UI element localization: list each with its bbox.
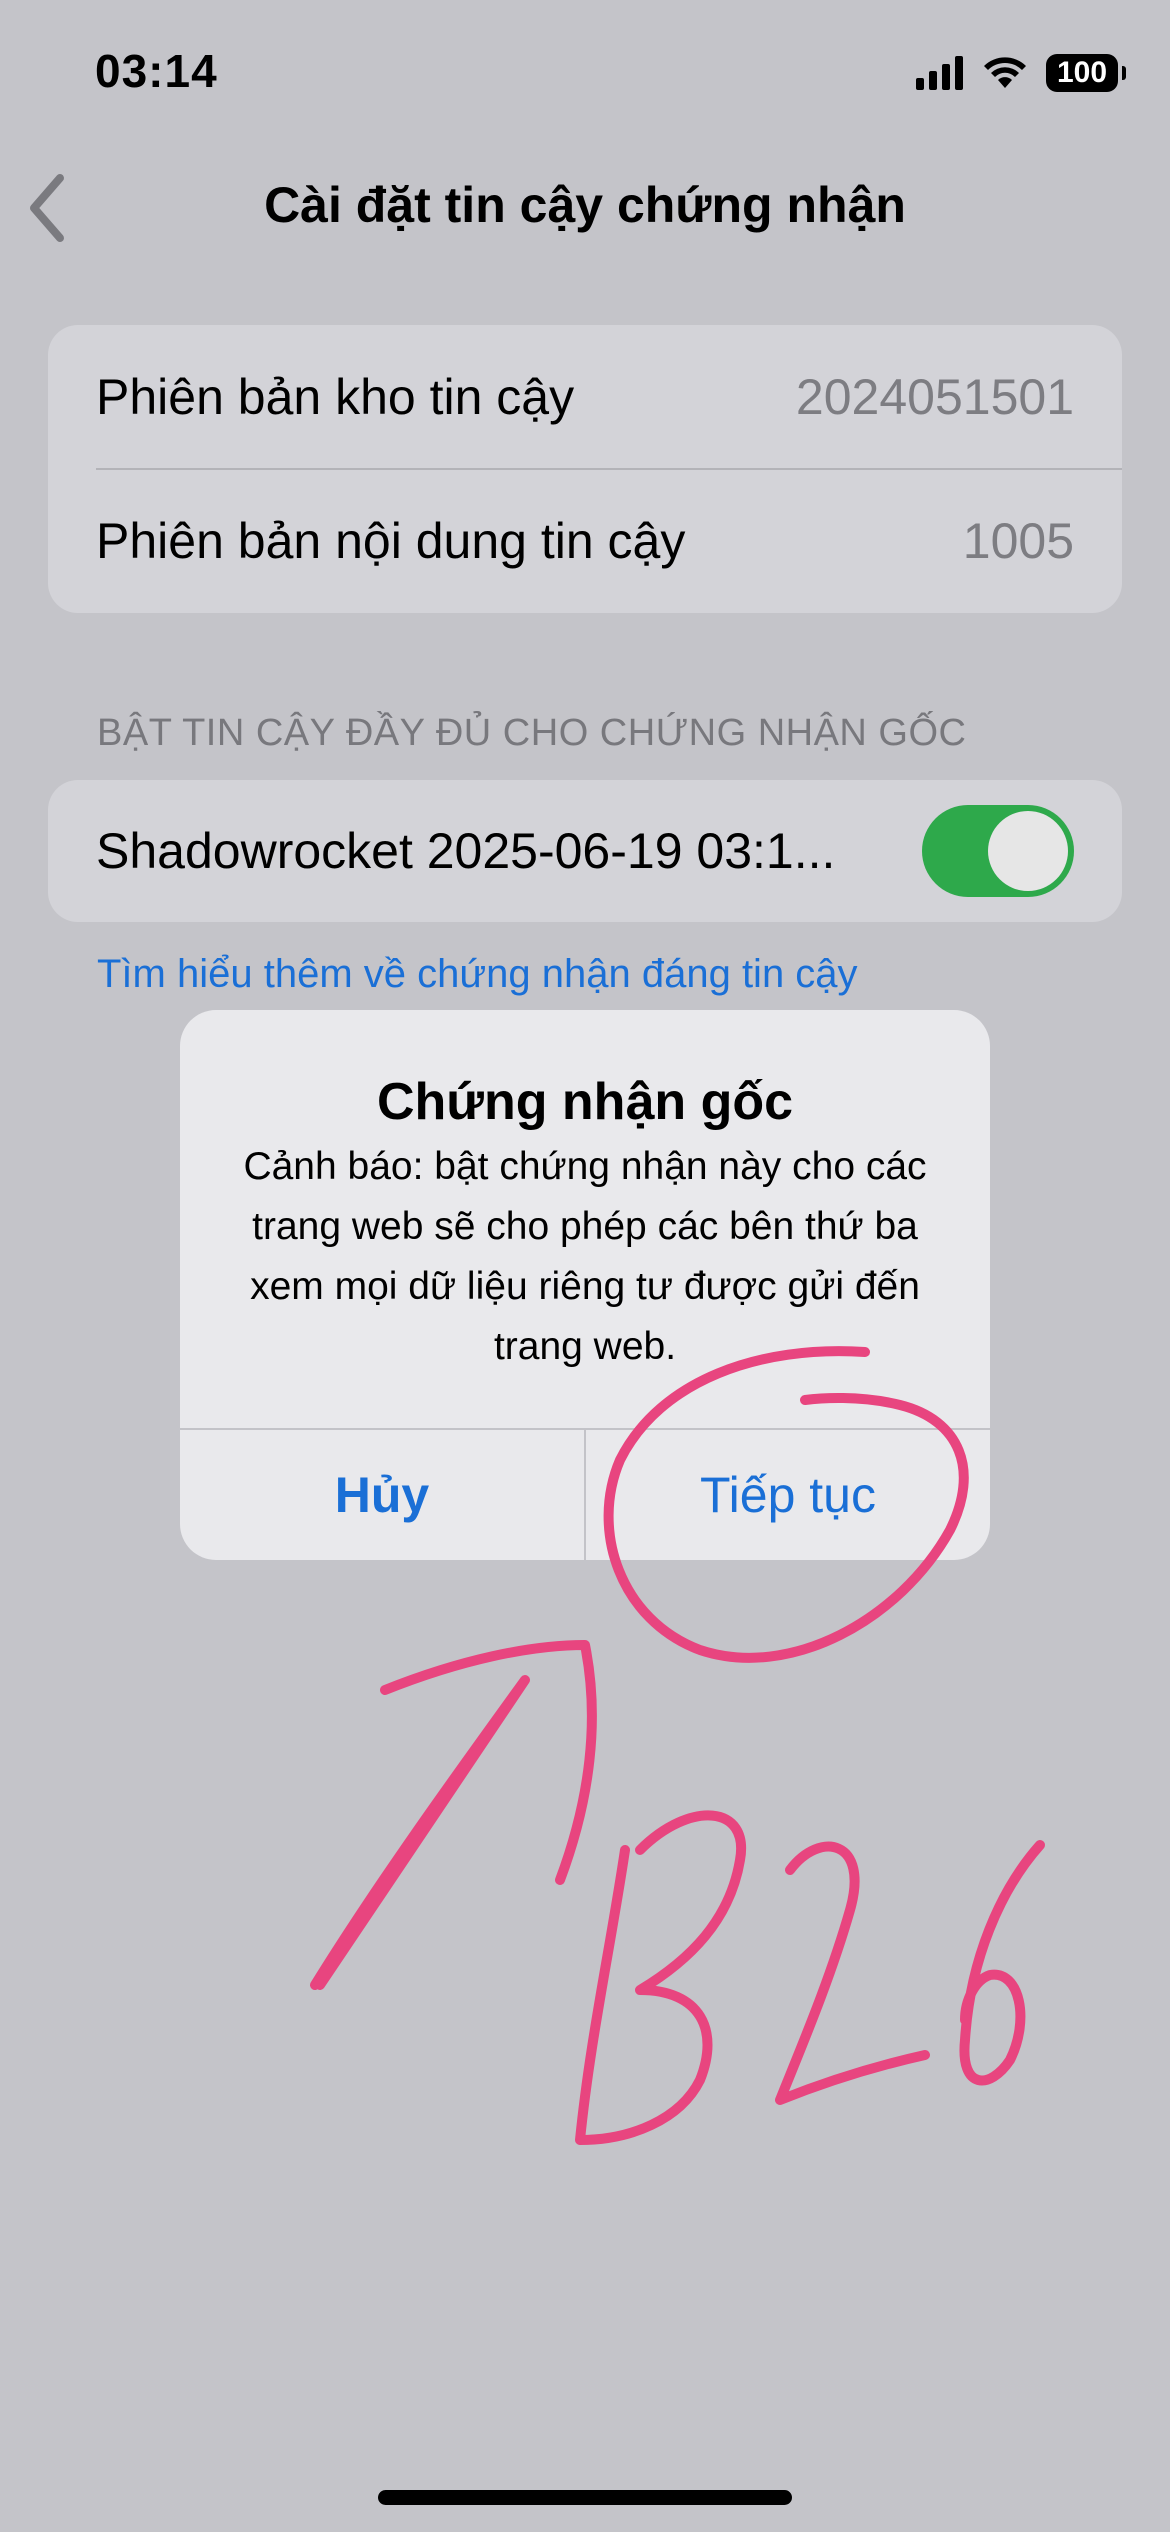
wifi-icon: [984, 57, 1026, 88]
row-value: 1005: [962, 513, 1074, 569]
row-label: Phiên bản nội dung tin cậy: [96, 513, 686, 569]
certificate-label: Shadowrocket 2025-06-19 03:1...: [96, 823, 836, 879]
certificate-trust-toggle[interactable]: [922, 805, 1074, 897]
cellular-signal-icon: [916, 56, 963, 90]
cancel-button[interactable]: Hủy: [180, 1430, 584, 1560]
annotation-letter-b: [575, 1810, 747, 2145]
row-label: Phiên bản kho tin cậy: [96, 369, 575, 425]
page-title: Cài đặt tin cậy chứng nhận: [264, 177, 906, 233]
learn-more-link[interactable]: Tìm hiểu thêm về chứng nhận đáng tin cậy: [97, 952, 858, 997]
certificate-row: Shadowrocket 2025-06-19 03:1...: [96, 780, 872, 922]
annotation-digit-6: [959, 1840, 1045, 2086]
root-certificate-alert: Chứng nhận gốc Cảnh báo: bật chứng nhận …: [180, 1010, 990, 1560]
home-indicator[interactable]: [378, 2490, 792, 2505]
annotation-digit-2: [775, 1841, 930, 2105]
annotation-arrow: [310, 1640, 597, 1990]
trust-content-version-row: Phiên bản nội dung tin cậy 1005: [96, 469, 1074, 613]
alert-message: Cảnh báo: bật chứng nhận này cho các tra…: [243, 1145, 927, 1368]
status-icons: 100: [916, 50, 1126, 96]
trust-store-version-row: Phiên bản kho tin cậy 2024051501: [96, 325, 1074, 469]
toggle-knob: [988, 811, 1068, 891]
continue-button[interactable]: Tiếp tục: [586, 1430, 990, 1560]
root-certificate-group: Shadowrocket 2025-06-19 03:1...: [48, 780, 1122, 922]
trust-store-group: Phiên bản kho tin cậy 2024051501 Phiên b…: [48, 325, 1122, 613]
alert-title: Chứng nhận gốc: [376, 1073, 794, 1131]
section-header: BẬT TIN CẬY ĐẦY ĐỦ CHO CHỨNG NHẬN GỐC: [97, 712, 967, 754]
battery-icon: 100: [1046, 54, 1126, 92]
row-value: 2024051501: [795, 369, 1074, 425]
status-time: 03:14: [95, 45, 218, 97]
